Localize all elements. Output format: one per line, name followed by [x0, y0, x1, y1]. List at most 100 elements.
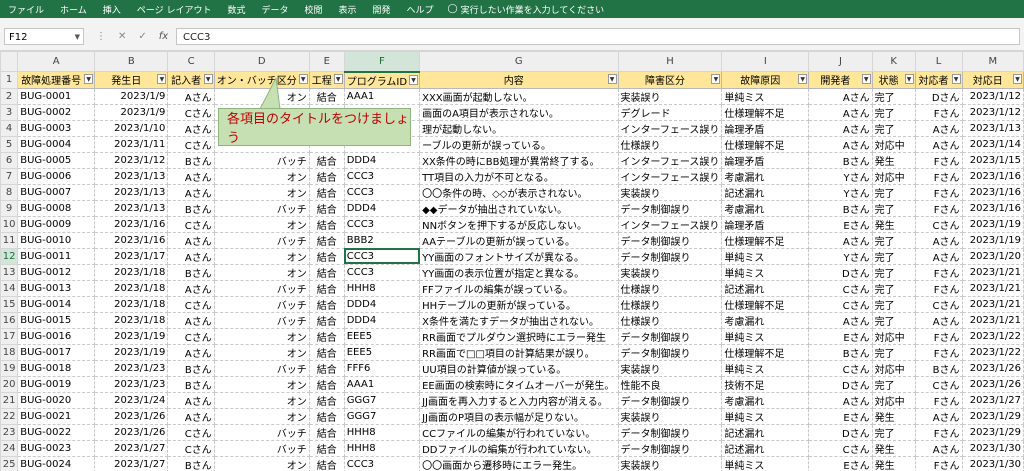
data-cell[interactable]: Aさん [914, 439, 963, 457]
data-cell[interactable]: Bさん [808, 343, 873, 361]
data-cell[interactable]: AAA1 [343, 375, 421, 393]
data-cell[interactable]: オン [213, 343, 310, 361]
data-cell[interactable]: CCC3 [343, 183, 421, 201]
data-cell[interactable]: バッチ [213, 199, 310, 217]
data-cell[interactable]: 2023/1/17 [94, 247, 169, 265]
data-cell[interactable]: 発生 [871, 151, 916, 169]
data-cell[interactable]: XX条件の時にBB処理が異常終了する。 [419, 151, 619, 169]
ribbon-tab[interactable]: ファイル [0, 3, 52, 16]
data-cell[interactable]: X条件を満たすデータが抽出されない。 [419, 311, 619, 329]
header-cell[interactable]: 障害区分 ▼ [617, 71, 723, 89]
data-cell[interactable]: BUG-0023 [17, 439, 96, 457]
row-number[interactable]: 15 [0, 295, 19, 313]
data-cell[interactable]: 2023/1/13 [94, 183, 169, 201]
data-cell[interactable]: 実装誤り [617, 359, 723, 377]
column-header[interactable]: E [308, 51, 345, 72]
data-cell[interactable]: 単純ミス [721, 87, 810, 105]
data-cell[interactable]: DDD4 [343, 151, 421, 169]
data-cell[interactable]: HHH8 [343, 439, 421, 457]
data-cell[interactable]: BUG-0018 [17, 359, 96, 377]
data-cell[interactable]: Yさん [808, 167, 873, 185]
data-cell[interactable]: 結合 [308, 199, 345, 217]
filter-dropdown-icon[interactable]: ▼ [951, 74, 961, 84]
data-cell[interactable]: UU項目の計算値が誤っている。 [419, 359, 619, 377]
column-header[interactable]: D [213, 51, 310, 72]
data-cell[interactable]: 論理矛盾 [721, 215, 810, 233]
data-cell[interactable]: FFF6 [343, 359, 421, 377]
data-cell[interactable]: 結合 [308, 311, 345, 329]
data-cell[interactable]: Fさん [914, 423, 963, 441]
data-cell[interactable]: 〇〇画面から遷移時にエラー発生。 [419, 455, 619, 471]
data-cell[interactable]: BUG-0011 [17, 247, 96, 265]
data-cell[interactable]: BUG-0006 [17, 167, 96, 185]
data-cell[interactable]: Aさん [167, 247, 215, 265]
data-cell[interactable]: Bさん [167, 455, 215, 471]
data-cell[interactable]: 2023/1/23 [94, 375, 169, 393]
data-cell[interactable]: 単純ミス [721, 247, 810, 265]
data-cell[interactable]: 結合 [308, 375, 345, 393]
column-header[interactable]: G [419, 51, 619, 72]
data-cell[interactable]: 完了 [871, 343, 916, 361]
row-number[interactable]: 18 [0, 343, 19, 361]
data-cell[interactable]: Fさん [914, 263, 963, 281]
data-cell[interactable]: EEE5 [343, 343, 421, 361]
header-cell[interactable]: 対応者 ▼ [914, 71, 963, 89]
data-cell[interactable]: EEE5 [343, 327, 421, 345]
header-cell[interactable]: 開発者 ▼ [808, 71, 873, 89]
name-box[interactable]: F12 ▼ [4, 28, 84, 45]
data-cell[interactable]: Aさん [808, 391, 873, 409]
data-cell[interactable]: HHH8 [343, 279, 421, 297]
data-cell[interactable]: オン [213, 183, 310, 201]
data-cell[interactable]: 対応中 [871, 391, 916, 409]
data-cell[interactable]: Fさん [914, 391, 963, 409]
data-cell[interactable]: HHテーブルの更新が誤っている。 [419, 295, 619, 313]
data-cell[interactable]: 完了 [871, 231, 916, 249]
data-cell[interactable]: Aさん [808, 311, 873, 329]
header-cell[interactable]: 故障原因 ▼ [721, 71, 810, 89]
data-cell[interactable]: 2023/1/27 [94, 439, 169, 457]
filter-dropdown-icon[interactable]: ▼ [711, 74, 721, 84]
row-number[interactable]: 4 [0, 119, 19, 137]
data-cell[interactable]: 完了 [871, 375, 916, 393]
data-cell[interactable]: 実装誤り [617, 263, 723, 281]
data-cell[interactable]: Aさん [167, 167, 215, 185]
data-cell[interactable]: Aさん [167, 407, 215, 425]
data-cell[interactable]: Bさん [167, 359, 215, 377]
data-cell[interactable]: 対応中 [871, 327, 916, 345]
data-cell[interactable]: バッチ [213, 151, 310, 169]
data-cell[interactable]: Eさん [808, 455, 873, 471]
data-cell[interactable]: 2023/1/30 [961, 439, 1024, 457]
data-cell[interactable]: TT項目の入力が不可となる。 [419, 167, 619, 185]
data-cell[interactable]: 2023/1/26 [94, 407, 169, 425]
data-cell[interactable]: Aさん [167, 119, 215, 137]
data-cell[interactable]: 結合 [308, 295, 345, 313]
data-cell[interactable]: 2023/1/19 [961, 215, 1024, 233]
data-cell[interactable]: 完了 [871, 311, 916, 329]
data-cell[interactable]: 結合 [308, 327, 345, 345]
data-cell[interactable]: オン [213, 247, 310, 265]
data-cell[interactable]: 論理矛盾 [721, 119, 810, 137]
data-cell[interactable]: 記述漏れ [721, 439, 810, 457]
data-cell[interactable]: BUG-0017 [17, 343, 96, 361]
data-cell[interactable]: データ制御誤り [617, 423, 723, 441]
header-cell[interactable]: 対応日 ▼ [961, 71, 1024, 89]
data-cell[interactable]: GGG7 [343, 407, 421, 425]
data-cell[interactable]: 2023/1/16 [94, 215, 169, 233]
data-cell[interactable]: 記述漏れ [721, 183, 810, 201]
ribbon-tab[interactable]: ホーム [52, 3, 95, 16]
data-cell[interactable]: 単純ミス [721, 263, 810, 281]
data-cell[interactable]: 2023/1/19 [961, 231, 1024, 249]
data-cell[interactable]: BUG-0009 [17, 215, 96, 233]
data-cell[interactable]: 2023/1/26 [94, 423, 169, 441]
data-cell[interactable]: データ制御誤り [617, 327, 723, 345]
header-cell[interactable]: 状態 ▼ [871, 71, 916, 89]
data-cell[interactable]: インターフェース誤り [617, 119, 723, 137]
row-number[interactable]: 12 [0, 247, 19, 265]
ribbon-tab[interactable]: 挿入 [95, 3, 129, 16]
data-cell[interactable]: Aさん [808, 135, 873, 153]
data-cell[interactable]: バッチ [213, 231, 310, 249]
data-cell[interactable]: Aさん [167, 183, 215, 201]
data-cell[interactable]: 仕様理解不足 [721, 135, 810, 153]
data-cell[interactable]: 2023/1/27 [94, 455, 169, 471]
row-number[interactable]: 14 [0, 279, 19, 297]
